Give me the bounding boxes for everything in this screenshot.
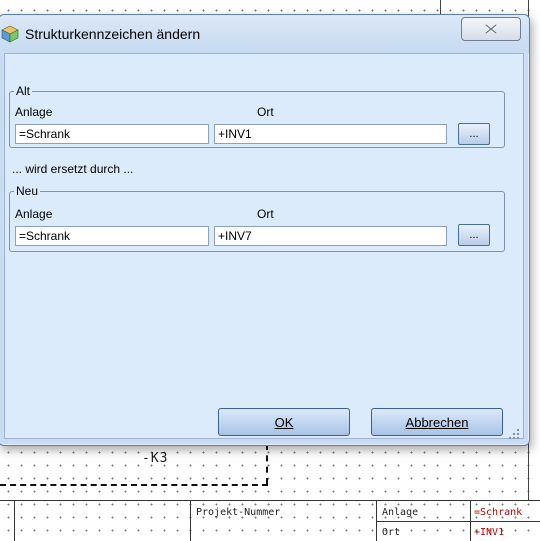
dialog-window: Strukturkennzeichen ändern Alt Anlage Or… — [0, 14, 530, 446]
title-bar[interactable]: Strukturkennzeichen ändern — [0, 15, 529, 53]
ok-button[interactable]: OK — [218, 408, 350, 436]
cad-device-tag: -K3 — [142, 451, 169, 466]
neu-browse-button[interactable]: ... — [458, 224, 490, 246]
alt-anlage-label: Anlage — [15, 105, 53, 119]
tb-divider — [190, 501, 191, 541]
cad-border-line — [440, 0, 441, 14]
neu-ort-label: Ort — [257, 207, 274, 221]
dialog-client-area: Alt Anlage Ort ... ... wird ersetzt durc… — [4, 53, 524, 439]
neu-anlage-label: Anlage — [15, 207, 53, 221]
alt-anlage-input[interactable] — [15, 124, 209, 144]
ok-button-label: OK — [274, 414, 294, 430]
app-cube-icon — [1, 25, 19, 43]
tb-row-divider — [376, 521, 540, 522]
neu-group-legend: Neu — [16, 184, 39, 198]
alt-ort-label: Ort — [257, 105, 274, 119]
close-icon — [485, 24, 497, 34]
replaced-by-text: ... wird ersetzt durch ... — [12, 162, 134, 176]
tb-anlage-label: Anlage — [382, 507, 419, 518]
dialog-title: Strukturkennzeichen ändern — [25, 26, 201, 42]
cancel-button[interactable]: Abbrechen — [371, 408, 503, 436]
tb-ort-label: Ort — [382, 527, 401, 538]
tb-anlage-value: =Schrank — [474, 507, 523, 518]
tb-ort-value: +INV1 — [474, 527, 505, 538]
tb-project-label: Projekt-Nummer — [196, 507, 281, 518]
cad-cabinet-outline — [0, 484, 268, 486]
neu-anlage-input[interactable] — [15, 226, 209, 246]
cad-cabinet-outline — [266, 444, 268, 484]
alt-ort-input[interactable] — [214, 124, 447, 144]
tb-divider — [14, 501, 15, 541]
alt-group-legend: Alt — [16, 84, 31, 98]
neu-ort-input[interactable] — [214, 226, 447, 246]
cad-title-block: Projekt-Nummer Anlage =Schrank Ort +INV1 — [0, 500, 540, 541]
cancel-button-label: Abbrechen — [405, 414, 469, 430]
close-button[interactable] — [461, 17, 521, 41]
resize-grip-icon[interactable] — [507, 427, 521, 441]
alt-browse-button[interactable]: ... — [458, 123, 490, 145]
